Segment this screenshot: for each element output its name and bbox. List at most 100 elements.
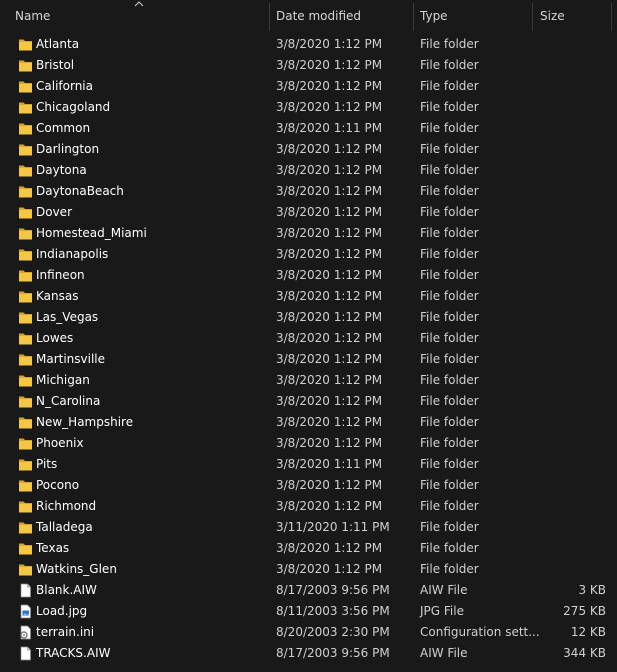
file-date-modified: 3/8/2020 1:12 PM	[276, 58, 383, 72]
column-header-date[interactable]: Date modified	[276, 0, 412, 31]
file-icon	[18, 646, 33, 661]
file-row[interactable]: Texas 3/8/2020 1:12 PM File folder	[0, 538, 617, 559]
folder-icon	[18, 310, 33, 325]
file-name: Chicagoland	[36, 100, 111, 114]
folder-icon	[18, 394, 33, 409]
file-type: File folder	[420, 79, 479, 93]
folder-icon	[18, 331, 33, 346]
image-file-icon	[18, 604, 33, 619]
file-date-modified: 3/8/2020 1:12 PM	[276, 100, 383, 114]
folder-icon	[18, 184, 33, 199]
file-row[interactable]: Infineon 3/8/2020 1:12 PM File folder	[0, 265, 617, 286]
file-size: 12 KB	[570, 625, 606, 639]
folder-icon	[18, 289, 33, 304]
file-row[interactable]: Blank.AIW 8/17/2003 9:56 PM AIW File 3 KB	[0, 580, 617, 601]
folder-icon	[18, 100, 33, 115]
file-name: Indianapolis	[36, 247, 109, 261]
file-row[interactable]: Atlanta 3/8/2020 1:12 PM File folder	[0, 34, 617, 55]
file-date-modified: 3/8/2020 1:12 PM	[276, 499, 383, 513]
file-row[interactable]: California 3/8/2020 1:12 PM File folder	[0, 76, 617, 97]
file-date-modified: 3/8/2020 1:12 PM	[276, 247, 383, 261]
file-row[interactable]: Daytona 3/8/2020 1:12 PM File folder	[0, 160, 617, 181]
file-type: File folder	[420, 37, 479, 51]
file-row[interactable]: Chicagoland 3/8/2020 1:12 PM File folder	[0, 97, 617, 118]
file-date-modified: 3/8/2020 1:12 PM	[276, 478, 383, 492]
file-row[interactable]: DaytonaBeach 3/8/2020 1:12 PM File folder	[0, 181, 617, 202]
folder-icon	[18, 562, 33, 577]
folder-icon	[18, 352, 33, 367]
file-row[interactable]: Dover 3/8/2020 1:12 PM File folder	[0, 202, 617, 223]
file-name: Pocono	[36, 478, 80, 492]
file-type: File folder	[420, 247, 479, 261]
column-separator[interactable]	[413, 3, 414, 31]
file-type: File folder	[420, 562, 479, 576]
file-row[interactable]: Martinsville 3/8/2020 1:12 PM File folder	[0, 349, 617, 370]
file-row[interactable]: Pits 3/8/2020 1:11 PM File folder	[0, 454, 617, 475]
folder-icon	[18, 373, 33, 388]
file-date-modified: 8/20/2003 2:30 PM	[276, 625, 390, 639]
file-row[interactable]: TRACKS.AIW 8/17/2003 9:56 PM AIW File 344 K…	[0, 643, 617, 664]
file-name: California	[36, 79, 93, 93]
file-size: 344 KB	[563, 646, 606, 660]
file-row[interactable]: Watkins_Glen 3/8/2020 1:12 PM File folder	[0, 559, 617, 580]
file-row[interactable]: Lowes 3/8/2020 1:12 PM File folder	[0, 328, 617, 349]
file-type: File folder	[420, 100, 479, 114]
file-name: DaytonaBeach	[36, 184, 124, 198]
file-row[interactable]: Darlington 3/8/2020 1:12 PM File folder	[0, 139, 617, 160]
file-row[interactable]: Pocono 3/8/2020 1:12 PM File folder	[0, 475, 617, 496]
file-type: File folder	[420, 268, 479, 282]
file-row[interactable]: Bristol 3/8/2020 1:12 PM File folder	[0, 55, 617, 76]
file-row[interactable]: Kansas 3/8/2020 1:12 PM File folder	[0, 286, 617, 307]
column-header-size[interactable]: Size	[540, 0, 610, 31]
file-type: File folder	[420, 373, 479, 387]
file-date-modified: 3/8/2020 1:12 PM	[276, 205, 383, 219]
column-header-type[interactable]: Type	[420, 0, 532, 31]
file-row[interactable]: Common 3/8/2020 1:11 PM File folder	[0, 118, 617, 139]
file-row[interactable]: Indianapolis 3/8/2020 1:12 PM File folder	[0, 244, 617, 265]
file-row[interactable]: Michigan 3/8/2020 1:12 PM File folder	[0, 370, 617, 391]
file-row[interactable]: Phoenix 3/8/2020 1:12 PM File folder	[0, 433, 617, 454]
file-type: Configuration sett...	[420, 625, 540, 639]
file-type: File folder	[420, 457, 479, 471]
file-name: Martinsville	[36, 352, 106, 366]
column-separator[interactable]	[269, 3, 270, 31]
folder-icon	[18, 499, 33, 514]
folder-icon	[18, 142, 33, 157]
column-separator[interactable]	[532, 3, 533, 31]
file-row[interactable]: Homestead_Miami 3/8/2020 1:12 PM File fold…	[0, 223, 617, 244]
file-row[interactable]: Las_Vegas 3/8/2020 1:12 PM File folder	[0, 307, 617, 328]
folder-icon	[18, 163, 33, 178]
file-date-modified: 8/17/2003 9:56 PM	[276, 583, 390, 597]
file-type: File folder	[420, 394, 479, 408]
file-row[interactable]: Load.jpg 8/11/2003 3:56 PM JPG File 275 KB	[0, 601, 617, 622]
folder-icon	[18, 520, 33, 535]
file-name: Michigan	[36, 373, 90, 387]
file-row[interactable]: N_Carolina 3/8/2020 1:12 PM File folder	[0, 391, 617, 412]
folder-icon	[18, 37, 33, 52]
folder-icon	[18, 205, 33, 220]
file-name: Darlington	[36, 142, 100, 156]
file-type: File folder	[420, 520, 479, 534]
column-separator[interactable]	[611, 3, 612, 31]
file-name: N_Carolina	[36, 394, 101, 408]
file-type: File folder	[420, 499, 479, 513]
file-row[interactable]: Richmond 3/8/2020 1:12 PM File folder	[0, 496, 617, 517]
file-size: 275 KB	[563, 604, 606, 618]
folder-icon	[18, 436, 33, 451]
sort-ascending-icon	[134, 1, 144, 7]
file-date-modified: 3/8/2020 1:12 PM	[276, 79, 383, 93]
file-date-modified: 3/8/2020 1:12 PM	[276, 352, 383, 366]
file-row[interactable]: New_Hampshire 3/8/2020 1:12 PM File folder	[0, 412, 617, 433]
file-name: Watkins_Glen	[36, 562, 117, 576]
file-name: Blank.AIW	[36, 583, 97, 597]
file-row[interactable]: Talladega 3/11/2020 1:11 PM File folder	[0, 517, 617, 538]
file-name: Texas	[36, 541, 70, 555]
file-type: File folder	[420, 121, 479, 135]
settings-file-icon	[18, 625, 33, 640]
file-type: File folder	[420, 478, 479, 492]
file-row[interactable]: terrain.ini 8/20/2003 2:30 PM Configuratio…	[0, 622, 617, 643]
file-date-modified: 3/8/2020 1:12 PM	[276, 226, 383, 240]
file-name: Load.jpg	[36, 604, 88, 618]
file-date-modified: 3/8/2020 1:12 PM	[276, 373, 383, 387]
file-name: New_Hampshire	[36, 415, 134, 429]
